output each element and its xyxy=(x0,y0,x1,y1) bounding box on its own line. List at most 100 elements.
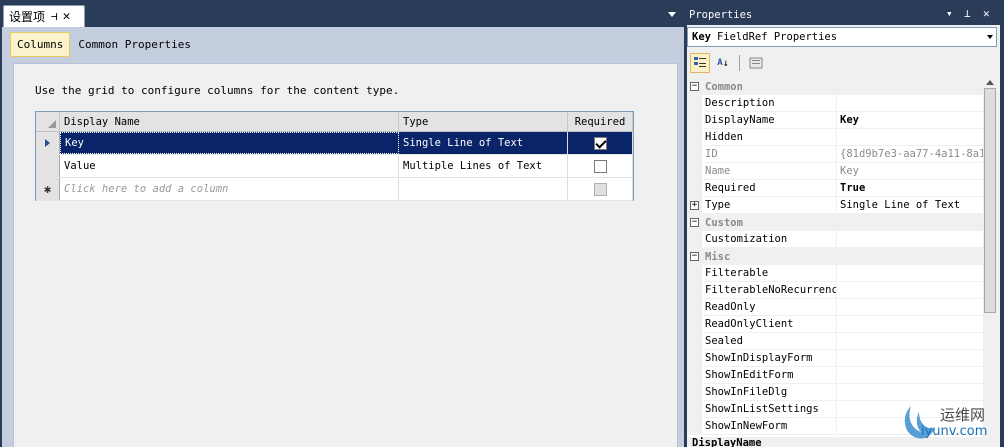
minus-icon: − xyxy=(690,251,699,261)
row-gutter xyxy=(687,129,702,146)
row-gutter xyxy=(687,180,702,197)
site-watermark: 运维网 iyunv.com xyxy=(897,398,1001,444)
row-gutter xyxy=(687,282,702,299)
property-value[interactable] xyxy=(838,333,983,350)
columns-grid: Display Name Type Required Key Single Li… xyxy=(35,111,634,201)
required-checkbox[interactable] xyxy=(593,159,607,173)
instructions-text: Use the grid to configure columns for th… xyxy=(35,84,400,97)
row-gutter xyxy=(687,299,702,316)
property-row-showineditform[interactable]: ShowInEditForm xyxy=(687,367,983,384)
display-name-cell[interactable]: Key xyxy=(60,132,399,154)
document-tab[interactable]: 设置项 ⊣ ✕ xyxy=(3,5,85,27)
required-cell[interactable] xyxy=(568,178,633,200)
property-row-readonlyclient[interactable]: ReadOnlyClient xyxy=(687,316,983,333)
property-name: Sealed xyxy=(703,333,837,350)
close-icon[interactable]: ✕ xyxy=(63,9,71,24)
chevron-down-icon xyxy=(987,35,993,39)
property-value[interactable] xyxy=(838,316,983,333)
row-gutter xyxy=(687,333,702,350)
property-value[interactable] xyxy=(838,367,983,384)
property-row-name[interactable]: Name Key xyxy=(687,163,983,180)
property-value[interactable] xyxy=(838,350,983,367)
row-gutter xyxy=(687,384,702,401)
property-row-type[interactable]: + Type Single Line of Text xyxy=(687,197,983,214)
property-name: Description xyxy=(703,95,837,112)
type-cell[interactable]: Multiple Lines of Text xyxy=(399,155,568,177)
row-header[interactable]: ✱ xyxy=(36,178,60,200)
new-row[interactable]: ✱ Click here to add a column xyxy=(36,178,633,201)
property-value[interactable]: True xyxy=(838,180,983,197)
categorized-icon xyxy=(694,57,706,67)
property-row-description[interactable]: Description xyxy=(687,95,983,112)
property-row-showindisplayform[interactable]: ShowInDisplayForm xyxy=(687,350,983,367)
property-pages-button[interactable] xyxy=(746,53,766,73)
property-name: Hidden xyxy=(703,129,837,146)
table-row[interactable]: Value Multiple Lines of Text xyxy=(36,155,633,178)
categorized-button[interactable] xyxy=(690,53,710,73)
table-row[interactable]: Key Single Line of Text xyxy=(36,132,633,155)
required-checkbox[interactable] xyxy=(593,136,607,150)
row-gutter xyxy=(687,265,702,282)
property-name: DisplayName xyxy=(703,112,837,129)
collapse-common[interactable]: − xyxy=(687,78,702,95)
type-cell[interactable] xyxy=(399,178,568,200)
properties-scrollbar[interactable] xyxy=(983,78,997,447)
category-common[interactable]: − Common xyxy=(687,78,983,95)
properties-pane: Properties ▾ ⊥ ✕ Key FieldRef Properties… xyxy=(684,0,1004,447)
new-column-placeholder[interactable]: Click here to add a column xyxy=(60,178,399,200)
category-label: Custom xyxy=(703,214,983,231)
display-name-cell[interactable]: Value xyxy=(60,155,399,177)
property-value[interactable] xyxy=(838,265,983,282)
property-name: Type xyxy=(703,197,837,214)
object-selector-dropdown[interactable]: Key FieldRef Properties xyxy=(687,27,997,47)
property-value[interactable]: Key xyxy=(838,163,983,180)
tab-columns[interactable]: Columns xyxy=(10,32,71,57)
property-row-required[interactable]: Required True xyxy=(687,180,983,197)
property-row-filterablenorecurrence[interactable]: FilterableNoRecurrence xyxy=(687,282,983,299)
expand-type[interactable]: + xyxy=(687,197,702,214)
column-header-type[interactable]: Type xyxy=(399,112,568,132)
grid-select-all-corner[interactable] xyxy=(36,112,60,132)
property-row-readonly[interactable]: ReadOnly xyxy=(687,299,983,316)
property-row-hidden[interactable]: Hidden xyxy=(687,129,983,146)
close-icon[interactable]: ✕ xyxy=(983,7,990,20)
row-header[interactable] xyxy=(36,155,60,177)
properties-title: Properties xyxy=(689,8,753,21)
row-header[interactable] xyxy=(36,132,60,154)
property-value[interactable] xyxy=(838,282,983,299)
category-custom[interactable]: − Custom xyxy=(687,214,983,231)
property-value[interactable]: Single Line of Text xyxy=(838,197,983,214)
property-row-sealed[interactable]: Sealed xyxy=(687,333,983,350)
property-value[interactable]: Key xyxy=(838,112,983,129)
required-cell[interactable] xyxy=(568,132,633,154)
property-row-id[interactable]: ID {81d9b7e3-aa77-4a11-8a1 xyxy=(687,146,983,163)
collapse-custom[interactable]: − xyxy=(687,214,702,231)
window-position-dropdown-icon[interactable]: ▾ xyxy=(946,7,953,20)
document-list-dropdown-icon[interactable] xyxy=(668,12,676,17)
property-row-displayname[interactable]: DisplayName Key xyxy=(687,112,983,129)
column-header-required[interactable]: Required xyxy=(568,112,633,132)
property-value[interactable] xyxy=(838,95,983,112)
property-row-filterable[interactable]: Filterable xyxy=(687,265,983,282)
property-value[interactable] xyxy=(838,129,983,146)
scroll-up-icon[interactable] xyxy=(986,80,994,85)
required-cell[interactable] xyxy=(568,155,633,177)
property-value[interactable] xyxy=(838,231,983,248)
object-name: Key xyxy=(692,31,711,43)
required-checkbox[interactable] xyxy=(593,182,607,196)
column-header-display-name[interactable]: Display Name xyxy=(60,112,399,132)
pin-icon[interactable]: ⊥ xyxy=(964,7,971,20)
alphabetical-button[interactable]: A ↓ xyxy=(713,53,733,73)
category-misc[interactable]: − Misc xyxy=(687,248,983,265)
property-value[interactable]: {81d9b7e3-aa77-4a11-8a1 xyxy=(838,146,983,163)
row-gutter xyxy=(687,112,702,129)
tab-common-properties[interactable]: Common Properties xyxy=(72,32,197,57)
document-tab-title: 设置项 xyxy=(9,10,46,24)
property-row-customization[interactable]: Customization xyxy=(687,231,983,248)
scrollbar-thumb[interactable] xyxy=(984,88,996,313)
type-cell[interactable]: Single Line of Text xyxy=(399,132,568,154)
collapse-misc[interactable]: − xyxy=(687,248,702,265)
document-pane: 设置项 ⊣ ✕ Columns Common Properties Use th… xyxy=(0,0,684,447)
pin-icon[interactable]: ⊣ xyxy=(51,10,58,23)
property-value[interactable] xyxy=(838,299,983,316)
